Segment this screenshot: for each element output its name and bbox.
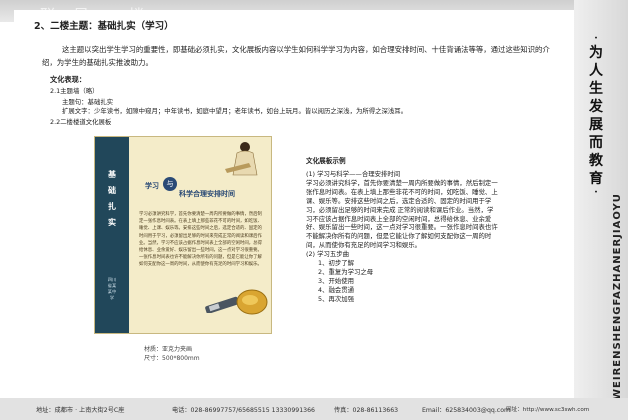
example-line: 间，从而使你有充足的时间学习和娱乐。 — [306, 241, 422, 250]
poster-title-small: 学习 — [145, 182, 159, 190]
example-line: 习，必须留出足够的时间来完成 正常的阅读和课后作业。当然，学 — [306, 205, 494, 214]
footer-website: 网址：http://www.sc3swh.com — [506, 407, 590, 413]
poster-school-logo: 四川省某某中学 — [107, 277, 117, 300]
example-line: 张作息时间表。在表上填上那些非花不可的时间，如吃饭、睡觉、上 — [306, 187, 498, 196]
extension-text: 扩展文字：少年读书，如隙中窥月；中年读书，如庭中望月；老年读书，如台上玩月。皆以… — [62, 107, 408, 115]
ancient-scholar-illustration — [225, 142, 258, 176]
poster-side-char: 实 — [108, 218, 116, 227]
example-step: 3、开始使用 — [318, 276, 355, 285]
poster-title: 科学合理安排时间 — [179, 190, 235, 198]
poster-board: 基 础 扎 实 四川省某某中学 学习 与 科学合理安排时间 学习必须讲究科学，首… — [94, 136, 272, 334]
size-caption: 尺寸：500*800mm — [144, 355, 200, 362]
slogan-char: 为 — [589, 45, 603, 61]
slogan-char: 人 — [589, 63, 603, 79]
poster-body-text: 学习必须讲究科学，首先你要清楚一周内所要做的事情，然后制定一张作息时间表。在表上… — [139, 212, 262, 268]
slogan-dot-top: · — [594, 33, 598, 44]
example-line: (2) 学习五步曲 — [306, 250, 350, 259]
poster-title-circle: 与 — [163, 177, 177, 191]
intro-paragraph: 这主题以突出学生学习的重要性，即基础必须扎实，文化展板内容以学生如何科学学习为内… — [42, 44, 562, 69]
vertical-pinyin: WEIRENSHENGFAZHANERJIAOYU — [612, 193, 623, 400]
slogan-char: 生 — [589, 81, 603, 97]
example-step: 5、再次加强 — [318, 294, 355, 303]
material-caption: 材质：亚克力夹画 — [144, 346, 193, 353]
footer-bar: 地址：成都市 · 上南大街2号C座 电话：028-86997757/656855… — [0, 398, 628, 420]
example-line: 课、娱乐等。安排这些时间之后，选定合适的、固定的时间用于学 — [306, 196, 492, 205]
footer-fax: 传真：028-86113663 — [334, 407, 399, 414]
section-heading: 2、二楼主题：基础扎实（学习） — [34, 21, 174, 32]
slogan-char: 育 — [589, 171, 603, 187]
example-title: 文化展板示例 — [306, 157, 346, 165]
sub-heading-2-1: 2.1主题墙（略） — [50, 87, 99, 95]
vertical-slogan: · 为 人 生 发 展 而 教 育 · — [585, 34, 607, 198]
example-line: (1) 学习与科学——合理安排时间 — [306, 170, 401, 178]
slogan-char: 展 — [589, 117, 603, 133]
intro-text: 这主题以突出学生学习的重要性，即基础必须扎实，文化展板内容以学生如何科学学习为内… — [42, 45, 550, 67]
poster-side-char: 基 — [108, 170, 116, 179]
footer-phone: 电话：028-86997757/65685515 13330991366 — [172, 407, 315, 414]
slogan-char: 而 — [589, 135, 603, 151]
example-line: 学习必须讲究科学，首先你要清楚一周内所要做的事情，然后制定一 — [306, 178, 498, 187]
example-text-block: (1) 学习与科学——合理安排时间 学习必须讲究科学，首先你要清楚一周内所要做的… — [306, 170, 538, 304]
sub-heading-2-2: 2.2二楼楼道文化展板 — [50, 118, 112, 126]
footer-address: 地址：成都市 · 上南大街2号C座 — [36, 407, 125, 414]
slogan-char: 教 — [589, 153, 603, 169]
example-step: 4、融会贯通 — [318, 285, 355, 294]
slogan-dot-bottom: · — [594, 187, 598, 198]
example-line: 不能解决你所有的问题，但是它能让你了解如何支配你这一周的时 — [306, 232, 492, 241]
example-step: 2、重复为学习之母 — [318, 267, 374, 276]
footer-email: Email：625834003@qq.com — [422, 407, 511, 414]
slogan-char: 发 — [589, 99, 603, 115]
poster-side-text: 基 础 扎 实 — [105, 167, 119, 231]
poster-side-char: 扎 — [108, 202, 116, 211]
theme-sentence: 主题句：基础扎实 — [62, 98, 114, 106]
culture-label: 文化表现： — [50, 75, 86, 84]
example-line: 好、娱乐留出一些时间，这一点对学习很重要。一张作息时间表也许 — [306, 223, 498, 232]
poster-side-char: 础 — [108, 186, 116, 195]
gold-coin-illustration — [236, 289, 268, 315]
example-step: 1、初步了解 — [318, 259, 355, 268]
